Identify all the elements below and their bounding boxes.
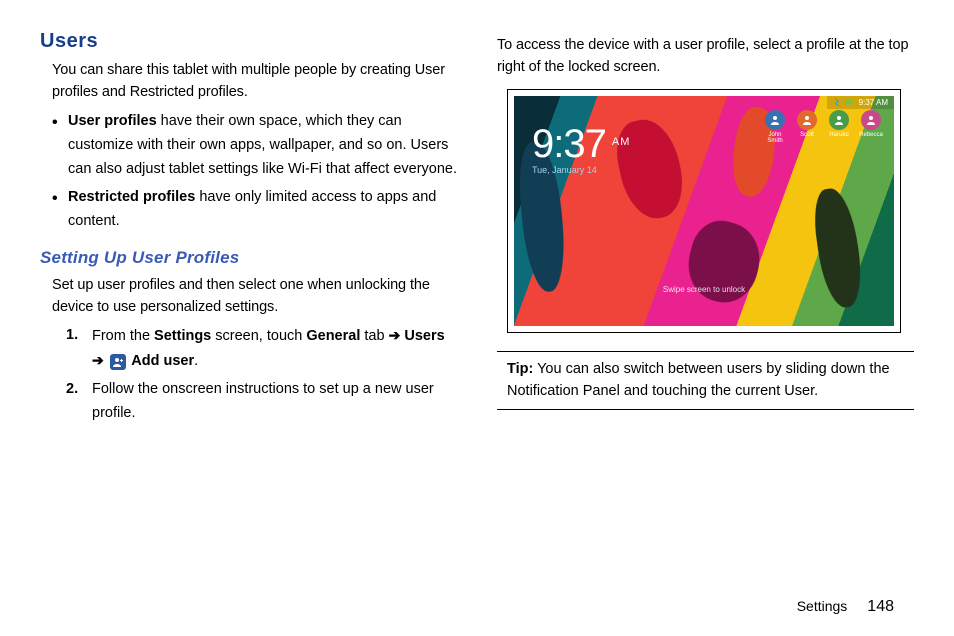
status-time: 9:37 AM (859, 98, 888, 107)
lockscreen-figure: 9:37 AM 9:37 AM Tue, January 14 John Smit… (507, 89, 901, 333)
tip-text: You can also switch between users by sli… (507, 361, 890, 399)
swipe-hint: Swipe screen to unlock (514, 285, 894, 294)
tip-label: Tip: (507, 361, 533, 377)
step-2: Follow the onscreen instructions to set … (66, 378, 457, 426)
page-footer: Settings 148 (797, 598, 894, 616)
label-user-profiles: User profiles (68, 113, 157, 129)
sub-intro-text: Set up user profiles and then select one… (52, 274, 457, 319)
battery-icon (845, 98, 855, 106)
profile-bullets: User profiles have their own space, whic… (52, 110, 457, 234)
clock-time: 9:37 (532, 122, 606, 166)
profile-row: John Smith Scott Haruko Rebecca (762, 110, 884, 144)
tip-divider-bottom (497, 409, 914, 410)
right-column: To access the device with a user profile… (497, 30, 914, 430)
footer-page: 148 (867, 598, 894, 616)
clock-ampm: AM (612, 136, 631, 148)
arrow-icon: ➔ (389, 327, 401, 343)
profile-haruko[interactable]: Haruko (826, 110, 852, 144)
tip-block: Tip: You can also switch between users b… (507, 358, 914, 403)
profile-rebecca[interactable]: Rebecca (858, 110, 884, 144)
bullet-restricted-profiles: Restricted profiles have only limited ac… (52, 186, 457, 234)
arrow-icon: ➔ (92, 352, 104, 368)
avatar-icon (797, 110, 817, 130)
clock-block: 9:37 AM Tue, January 14 (532, 122, 630, 175)
avatar-icon (861, 110, 881, 130)
profile-john[interactable]: John Smith (762, 110, 788, 144)
access-intro: To access the device with a user profile… (497, 34, 914, 79)
step-1: From the Settings screen, touch General … (66, 324, 457, 374)
clock-date: Tue, January 14 (532, 165, 630, 175)
status-bar: 9:37 AM (827, 96, 894, 109)
tip-divider-top (497, 351, 914, 352)
intro-text: You can share this tablet with multiple … (52, 59, 457, 104)
bluetooth-icon (833, 98, 841, 106)
subheading-setup: Setting Up User Profiles (40, 248, 457, 268)
heading-users: Users (40, 30, 457, 53)
avatar-icon (765, 110, 785, 130)
label-restricted-profiles: Restricted profiles (68, 189, 195, 205)
avatar-icon (829, 110, 849, 130)
footer-section: Settings (797, 598, 848, 614)
add-user-icon (110, 354, 126, 370)
setup-steps: From the Settings screen, touch General … (66, 324, 457, 426)
bullet-user-profiles: User profiles have their own space, whic… (52, 110, 457, 182)
profile-scott[interactable]: Scott (794, 110, 820, 144)
lockscreen: 9:37 AM 9:37 AM Tue, January 14 John Smit… (514, 96, 894, 326)
left-column: Users You can share this tablet with mul… (40, 30, 457, 430)
